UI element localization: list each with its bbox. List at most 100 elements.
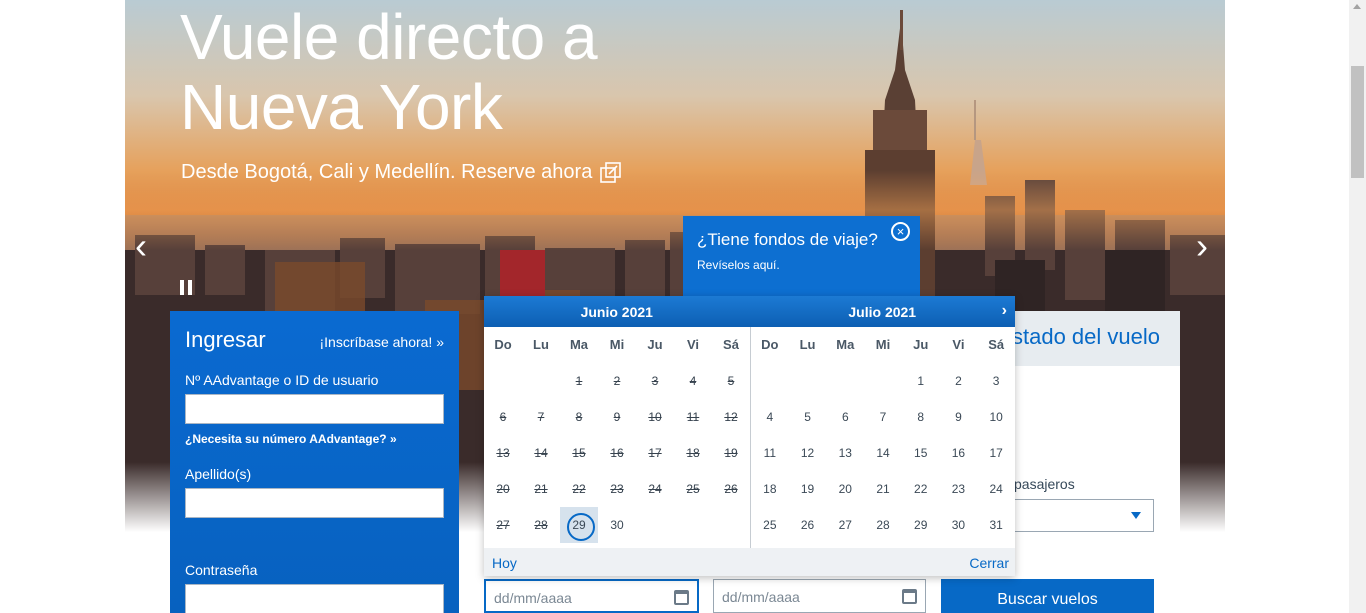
- calendar-day[interactable]: 5: [789, 399, 827, 435]
- calendar-week: 6 7 8 9 10 11 12: [484, 399, 750, 435]
- calendar-empty-cell: [674, 507, 712, 543]
- carousel-pause-icon[interactable]: [180, 280, 192, 295]
- scrollbar-thumb[interactable]: [1351, 66, 1364, 178]
- calendar-day[interactable]: 24: [977, 471, 1015, 507]
- calendar-day: 7: [537, 410, 545, 424]
- carousel-prev-arrow[interactable]: ‹: [135, 225, 147, 267]
- enroll-link[interactable]: ¡Inscríbase ahora! »: [319, 334, 444, 350]
- promo-title: ¿Tiene fondos de viaje?: [697, 230, 878, 249]
- weekday-label: Ma: [569, 337, 589, 352]
- calendar-day[interactable]: 9: [940, 399, 978, 435]
- next-month-icon[interactable]: ›: [1002, 302, 1007, 320]
- calendar-day[interactable]: 10: [977, 399, 1015, 435]
- weekday-label: Ju: [913, 337, 929, 352]
- calendar-day[interactable]: 18: [751, 471, 789, 507]
- month-grid: Do Lu Ma Mi Ju Vi Sá 1 2 3 4 5 6 7 8 9 10 11 12 13 14 15 16 17 1…: [484, 327, 750, 548]
- calendar-empty-cell: [826, 363, 864, 399]
- calendar-day[interactable]: 29: [560, 507, 598, 543]
- calendar-day[interactable]: 14: [864, 435, 902, 471]
- calendar-day: 11: [686, 410, 700, 424]
- calendar-day[interactable]: 16: [940, 435, 978, 471]
- month-title-june: Junio 2021: [580, 304, 653, 320]
- aadvantage-help-link[interactable]: ¿Necesita su número AAdvantage? »: [185, 432, 444, 446]
- calendar-week: 1 2 3 4 5: [484, 363, 750, 399]
- calendar-day[interactable]: 31: [977, 507, 1015, 543]
- calendar-day[interactable]: 15: [902, 435, 940, 471]
- calendar-day: 8: [575, 410, 583, 424]
- calendar-day: 5: [727, 374, 735, 388]
- calendar-day[interactable]: 30: [598, 507, 636, 543]
- calendar-day: 2: [613, 374, 621, 388]
- promo-link[interactable]: Revíselos aquí.: [697, 258, 906, 272]
- close-button[interactable]: Cerrar: [969, 555, 1009, 576]
- login-panel: Ingresar ¡Inscríbase ahora! » Nº AAdvant…: [170, 311, 459, 613]
- calendar-day: 24: [648, 482, 662, 496]
- calendar-day[interactable]: 2: [940, 363, 978, 399]
- calendar-day[interactable]: 7: [864, 399, 902, 435]
- calendar-week: 25 26 27 28 29 30 31: [751, 507, 1015, 543]
- weekday-label: Sá: [723, 337, 739, 352]
- calendar-day[interactable]: 12: [789, 435, 827, 471]
- calendar-day: 3: [651, 374, 659, 388]
- calendar-day[interactable]: 17: [977, 435, 1015, 471]
- travel-funds-popup[interactable]: ¿Tiene fondos de viaje? Revíselos aquí. …: [683, 216, 920, 296]
- calendar-day[interactable]: 19: [789, 471, 827, 507]
- calendar-week: 123: [751, 363, 1015, 399]
- calendar-day: 9: [613, 410, 621, 424]
- weekday-header: Do Lu Ma Mi Ju Vi Sá: [484, 337, 750, 363]
- lastname-input[interactable]: [185, 488, 444, 518]
- tab-flight-status[interactable]: stado del vuelo: [1008, 311, 1180, 366]
- carousel-next-arrow[interactable]: ›: [1196, 225, 1208, 267]
- calendar-day[interactable]: 28: [864, 507, 902, 543]
- calendar-day[interactable]: 30: [940, 507, 978, 543]
- close-icon[interactable]: ×: [891, 222, 910, 241]
- calendar-day[interactable]: 29: [902, 507, 940, 543]
- calendar-empty-cell: [751, 363, 789, 399]
- calendar-day: 13: [496, 446, 510, 460]
- calendar-day[interactable]: 23: [940, 471, 978, 507]
- datepicker-header: Junio 2021 Julio 2021 ›: [484, 296, 1015, 327]
- calendar-day[interactable]: 11: [751, 435, 789, 471]
- calendar-week: 20 21 22 23 24 25 26: [484, 471, 750, 507]
- calendar-day: 23: [610, 482, 624, 496]
- calendar-day[interactable]: 27: [826, 507, 864, 543]
- calendar-day[interactable]: 3: [977, 363, 1015, 399]
- calendar-day[interactable]: 8: [902, 399, 940, 435]
- scrollbar[interactable]: [1349, 0, 1366, 613]
- lastname-label: Apellido(s): [185, 466, 252, 482]
- weekday-label: Mi: [609, 337, 625, 352]
- calendar-week: 18 19 20 21 22 23 24: [751, 471, 1015, 507]
- weekday-label: Vi: [952, 337, 965, 352]
- calendar-day[interactable]: 13: [826, 435, 864, 471]
- password-input[interactable]: [185, 584, 444, 613]
- weekday-label: Ju: [647, 337, 663, 352]
- today-button[interactable]: Hoy: [492, 555, 517, 576]
- passengers-select[interactable]: [1008, 499, 1154, 532]
- weekday-label: Vi: [686, 337, 700, 352]
- month-grid: Do Lu Ma Mi Ju Vi Sá 1 2 3 4 5 6 7 8 9 10 11 12 13 14 15 16 17 1…: [750, 327, 1015, 548]
- weekday-label: Lu: [799, 337, 816, 352]
- user-id-input[interactable]: [185, 394, 444, 424]
- scroll-up-icon[interactable]: [1353, 4, 1361, 9]
- calendar-day[interactable]: 20: [826, 471, 864, 507]
- calendar-day[interactable]: 4: [751, 399, 789, 435]
- calendar-week: 13 14 15 16 17 18 19: [484, 435, 750, 471]
- depart-date-input[interactable]: dd/mm/aaaa: [484, 579, 699, 613]
- search-flights-button[interactable]: Buscar vuelos: [941, 579, 1154, 613]
- calendar-icon[interactable]: [902, 589, 917, 604]
- calendar-day[interactable]: 6: [826, 399, 864, 435]
- calendar-icon[interactable]: [674, 590, 689, 605]
- month-grids: Do Lu Ma Mi Ju Vi Sá 1 2 3 4 5 6 7 8 9 10 11 12 13 14 15 16 17 1…: [484, 327, 1015, 548]
- datepicker: Junio 2021 Julio 2021 › Do Lu Ma Mi Ju Vi Sá 1 2…: [484, 296, 1015, 576]
- calendar-empty-cell: [712, 507, 750, 543]
- calendar-day[interactable]: 22: [902, 471, 940, 507]
- hero-subtitle-text: Desde Bogotá, Cali y Medellín. Reserve a…: [181, 161, 593, 183]
- return-date-input[interactable]: dd/mm/aaaa: [713, 579, 926, 613]
- calendar-day[interactable]: 25: [751, 507, 789, 543]
- calendar-day: 26: [724, 482, 738, 496]
- calendar-day[interactable]: 26: [789, 507, 827, 543]
- hero-subtitle-link[interactable]: Desde Bogotá, Cali y Medellín. Reserve a…: [181, 161, 622, 184]
- calendar-week: 27 28 29 30: [484, 507, 750, 543]
- calendar-day[interactable]: 21: [864, 471, 902, 507]
- calendar-day[interactable]: 1: [902, 363, 940, 399]
